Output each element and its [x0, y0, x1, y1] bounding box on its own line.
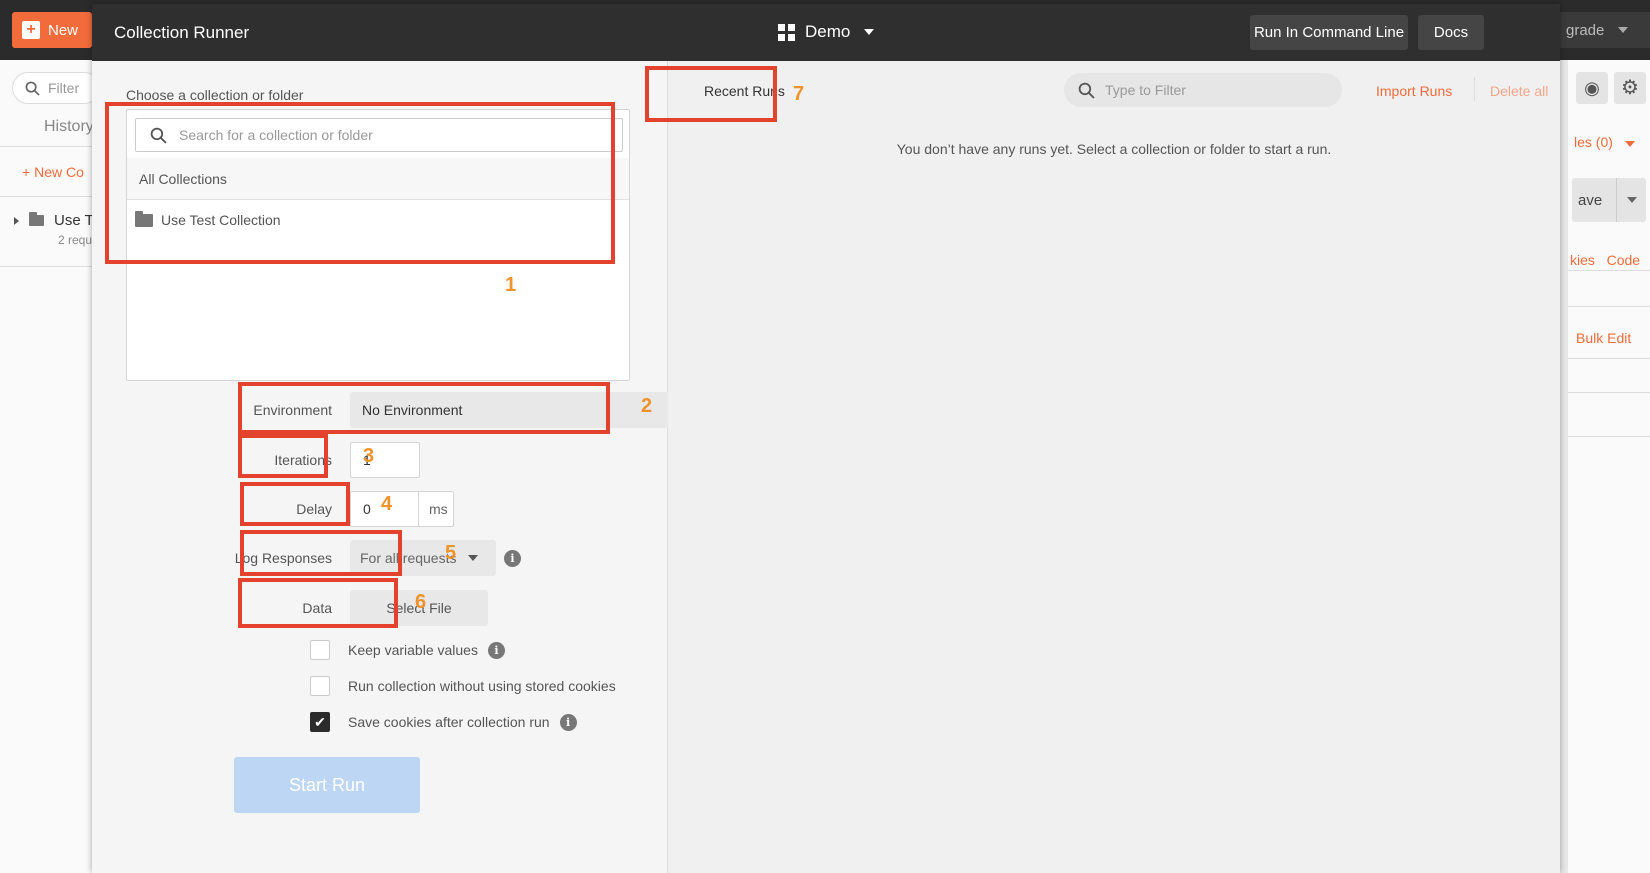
- search-icon: [25, 81, 40, 96]
- gear-icon[interactable]: ⚙: [1614, 72, 1646, 104]
- runner-header: Collection Runner Demo Run In Command Li…: [92, 4, 1560, 61]
- annotation-number: 2: [641, 395, 653, 417]
- eye-icon[interactable]: ◉: [1576, 72, 1608, 104]
- search-icon: [1078, 82, 1095, 99]
- sidebar: [0, 60, 100, 873]
- annotation-box: [240, 530, 402, 576]
- delay-unit: ms: [429, 501, 448, 517]
- divider: [1568, 358, 1650, 359]
- annotation-box: [645, 66, 777, 122]
- save-cookies-checkbox[interactable]: ✔: [310, 712, 330, 732]
- divider: [0, 146, 100, 147]
- docs-button[interactable]: Docs: [1418, 15, 1484, 50]
- workspace-name: Demo: [805, 22, 851, 41]
- recent-runs-pane: Recent Runs Type to Filter Import Runs D…: [668, 61, 1560, 873]
- divider: [1568, 436, 1650, 437]
- cookies-label: kies: [1570, 252, 1595, 268]
- sidebar-collection-name: Use T: [54, 212, 94, 229]
- chevron-down-icon: [1624, 141, 1635, 147]
- iterations-input[interactable]: 1: [350, 442, 420, 478]
- divider: [0, 196, 100, 197]
- page-title: Collection Runner: [114, 23, 250, 42]
- annotation-box: [240, 482, 350, 526]
- annotation-box: [105, 102, 615, 264]
- annotation-box: [238, 434, 328, 478]
- workspace-dropdown[interactable]: Demo: [778, 22, 875, 42]
- annotation-box: [238, 578, 398, 628]
- variables-dropdown[interactable]: les (0): [1574, 134, 1635, 150]
- new-button-label: New: [48, 21, 79, 39]
- option-label: Save cookies after collection run: [348, 714, 550, 730]
- chevron-down-icon: [1627, 197, 1638, 203]
- annotation-number: 4: [381, 493, 393, 515]
- variables-label: les (0): [1574, 134, 1613, 150]
- divider: [0, 266, 100, 267]
- choose-collection-label: Choose a collection or folder: [126, 87, 304, 103]
- annotation-box: [238, 382, 610, 434]
- cookies-link[interactable]: kies Code: [1570, 252, 1640, 268]
- workspace-grid-icon: [778, 23, 795, 41]
- option-keep-variable-values[interactable]: Keep variable values i: [310, 640, 505, 660]
- runs-filter-input[interactable]: Type to Filter: [1064, 73, 1342, 107]
- sidebar-filter-input[interactable]: Filter: [12, 72, 100, 104]
- option-label: Run collection without using stored cook…: [348, 678, 616, 694]
- sidebar-collection-count: 2 requ: [58, 233, 93, 247]
- option-no-stored-cookies[interactable]: Run collection without using stored cook…: [310, 676, 616, 696]
- delay-input[interactable]: 0 ms: [350, 491, 454, 527]
- new-collection-button[interactable]: + New Co: [22, 164, 84, 180]
- annotation-number: 7: [793, 83, 805, 105]
- sidebar-collection-item[interactable]: Use T 2 requ: [14, 212, 94, 247]
- option-label: Keep variable values: [348, 642, 478, 658]
- info-icon[interactable]: i: [504, 550, 521, 567]
- runs-filter-placeholder: Type to Filter: [1105, 82, 1186, 98]
- folder-icon: [29, 212, 44, 226]
- plus-icon: +: [22, 21, 40, 39]
- chevron-down-icon: [468, 555, 478, 561]
- info-icon[interactable]: i: [487, 641, 505, 659]
- tab-history[interactable]: History: [44, 118, 94, 136]
- chevron-down-icon: [864, 29, 875, 35]
- chevron-right-icon: [14, 216, 19, 225]
- annotation-number: 5: [445, 542, 457, 564]
- info-icon[interactable]: i: [559, 713, 577, 731]
- bulk-edit-link[interactable]: Bulk Edit: [1576, 330, 1631, 346]
- divider: [1568, 306, 1650, 307]
- divider: [1474, 77, 1475, 101]
- delete-all-link[interactable]: Delete all: [1490, 83, 1548, 99]
- divider: [1568, 392, 1650, 393]
- code-link[interactable]: Code: [1607, 252, 1640, 268]
- annotation-number: 3: [363, 445, 375, 467]
- upgrade-label: grade: [1566, 21, 1605, 39]
- run-in-command-line-button[interactable]: Run In Command Line: [1250, 15, 1408, 50]
- save-label: ave: [1578, 191, 1603, 209]
- import-runs-link[interactable]: Import Runs: [1376, 83, 1452, 99]
- option-save-cookies[interactable]: ✔ Save cookies after collection run i: [310, 712, 577, 732]
- annotation-number: 1: [505, 274, 517, 296]
- no-stored-cookies-checkbox[interactable]: [310, 676, 330, 696]
- divider: [1568, 270, 1650, 271]
- keep-variable-values-checkbox[interactable]: [310, 640, 330, 660]
- new-button[interactable]: + New: [12, 12, 92, 48]
- chevron-down-icon: [1618, 27, 1629, 33]
- annotation-number: 6: [415, 591, 427, 613]
- upgrade-button[interactable]: grade: [1556, 12, 1650, 48]
- empty-runs-message: You don’t have any runs yet. Select a co…: [896, 141, 1332, 157]
- sidebar-filter-placeholder: Filter: [48, 80, 80, 96]
- save-button[interactable]: ave: [1572, 178, 1646, 222]
- start-run-button[interactable]: Start Run: [234, 757, 420, 813]
- divider: [1616, 178, 1618, 222]
- new-collection-label: New Co: [34, 164, 84, 180]
